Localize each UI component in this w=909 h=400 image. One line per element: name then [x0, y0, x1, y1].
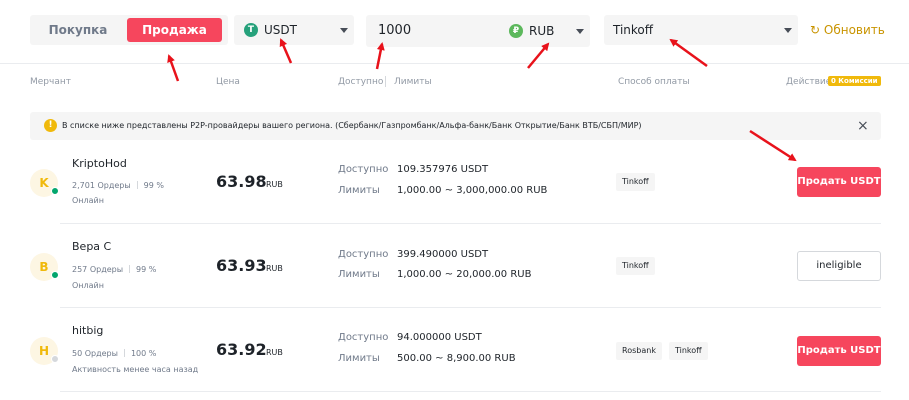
merchant-orders: 2,701 Ордеры: [72, 181, 131, 190]
divider: [60, 391, 881, 392]
ineligible-button[interactable]: ineligible: [797, 251, 881, 281]
price: 63.92: [216, 340, 267, 359]
available-value: 109.357976 USDT: [397, 164, 489, 175]
usdt-icon: T: [244, 23, 258, 37]
merchant-stats: 50 Ордеры 100 %: [72, 349, 156, 358]
merchant-status: Онлайн: [72, 281, 104, 290]
merchant-name[interactable]: KriptoHod: [72, 157, 127, 170]
available-label: Доступно: [338, 249, 389, 260]
divider: [60, 307, 881, 308]
merchant-completion: 99 %: [136, 265, 157, 274]
chevron-down-icon: [576, 29, 584, 34]
annotation-arrow: [167, 54, 180, 82]
rub-icon: ₽: [509, 24, 523, 38]
col-action: Действие: [786, 77, 832, 87]
limits-label: Лимиты: [338, 269, 380, 280]
region-notice: ! В списке ниже представлены P2P-провайд…: [30, 112, 881, 140]
tab-sell[interactable]: Продажа: [127, 18, 222, 42]
merchant-orders: 50 Ордеры: [72, 349, 118, 358]
divider: [60, 223, 881, 224]
merchant-stats: 257 Ордеры 99 %: [72, 265, 156, 274]
commission-badge: 0 Комиссии: [828, 76, 881, 86]
price-currency: RUB: [266, 264, 283, 273]
merchant-status: Онлайн: [72, 196, 104, 205]
limits-label: Лимиты: [338, 185, 380, 196]
online-status-dot: [51, 271, 59, 279]
price-currency: RUB: [266, 348, 283, 357]
asset-select[interactable]: T USDT: [234, 15, 354, 45]
col-limits: Лимиты: [394, 77, 432, 87]
annotation-arrow: [527, 42, 550, 69]
merchant-completion: 100 %: [130, 349, 157, 358]
available-value: 94.000000 USDT: [397, 332, 482, 343]
header-separator: [385, 76, 386, 87]
divider: [0, 63, 909, 64]
available-label: Доступно: [338, 164, 389, 175]
tab-buy[interactable]: Покупка: [30, 15, 126, 45]
merchant-stats: 2,701 Ордеры 99 %: [72, 181, 164, 190]
refresh-button[interactable]: ↻ Обновить: [810, 15, 885, 45]
warning-icon: !: [44, 119, 57, 132]
amount-and-fiat: 1000 ₽ RUB: [366, 15, 590, 47]
price-currency: RUB: [266, 180, 283, 189]
available-label: Доступно: [338, 332, 389, 343]
annotation-arrow: [375, 42, 385, 70]
available-value: 399.490000 USDT: [397, 249, 489, 260]
merchant-orders: 257 Ордеры: [72, 265, 124, 274]
table-row: H hitbig 50 Ордеры 100 % Активность менее…: [0, 317, 909, 391]
limits-label: Лимиты: [338, 353, 380, 364]
chevron-down-icon: [784, 28, 792, 33]
price: 63.93: [216, 256, 267, 275]
refresh-icon: ↻: [810, 23, 821, 37]
price: 63.98: [216, 172, 267, 191]
fiat-select-value[interactable]: RUB: [529, 16, 554, 46]
payment-tag: Tinkoff: [669, 342, 708, 360]
refresh-label: Обновить: [823, 23, 885, 37]
merchant-name[interactable]: Вера С: [72, 240, 111, 253]
col-price: Цена: [216, 77, 240, 87]
payment-tag: Rosbank: [616, 342, 662, 360]
payment-tag: Tinkoff: [616, 173, 655, 191]
payment-select-value: Tinkoff: [613, 23, 654, 37]
offline-status-dot: [51, 355, 59, 363]
table-row: B Вера С 257 Ордеры 99 % Онлайн 63.93 RUB…: [0, 233, 909, 307]
limits-value: 500.00 ~ 8,900.00 RUB: [397, 353, 516, 364]
col-payment: Способ оплаты: [618, 77, 690, 87]
notice-text: В списке ниже представлены P2P-провайдер…: [62, 121, 642, 130]
merchant-completion: 99 %: [143, 181, 164, 190]
col-merchant: Мерчант: [30, 77, 71, 87]
online-status-dot: [51, 187, 59, 195]
payment-select[interactable]: Tinkoff: [604, 15, 798, 45]
merchant-name[interactable]: hitbig: [72, 324, 103, 337]
trade-side-toggle: Покупка Продажа: [30, 15, 228, 45]
close-icon[interactable]: ×: [857, 112, 869, 140]
limits-value: 1,000.00 ~ 3,000,000.00 RUB: [397, 185, 548, 196]
col-available: Доступно: [338, 77, 384, 87]
table-row: K KriptoHod 2,701 Ордеры 99 % Онлайн 63.9…: [0, 150, 909, 224]
merchant-status: Активность менее часа назад: [72, 365, 199, 374]
payment-tag: Tinkoff: [616, 257, 655, 275]
limits-value: 1,000.00 ~ 20,000.00 RUB: [397, 269, 532, 280]
chevron-down-icon: [340, 28, 348, 33]
sell-usdt-button[interactable]: Продать USDT: [797, 167, 881, 197]
amount-input[interactable]: 1000: [378, 16, 411, 46]
asset-select-value: USDT: [264, 23, 297, 37]
sell-usdt-button[interactable]: Продать USDT: [797, 336, 881, 366]
